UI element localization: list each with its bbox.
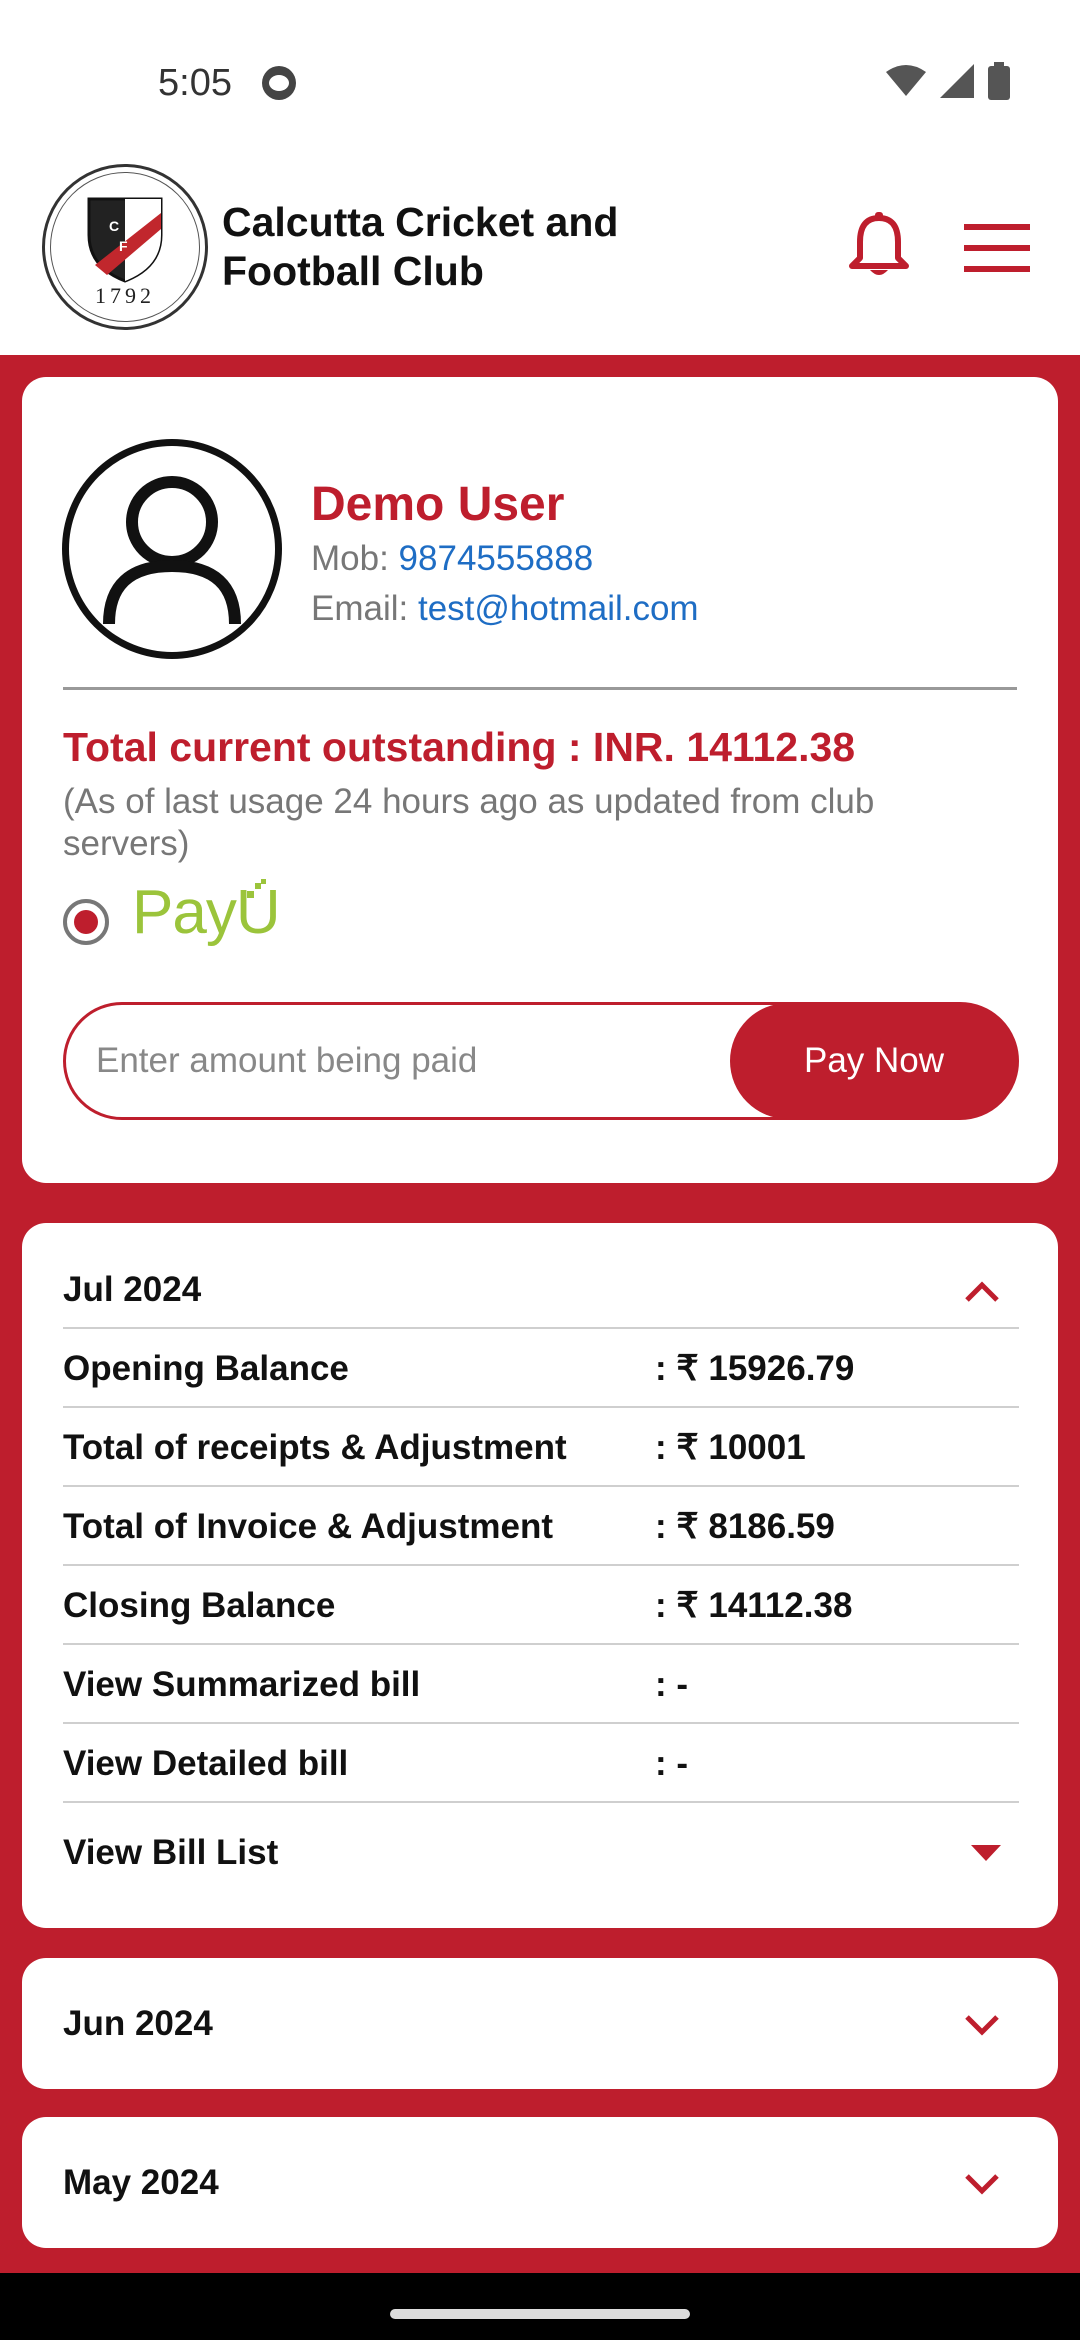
mobile-label: Mob:	[311, 539, 399, 578]
outstanding-amount: Total current outstanding : INR. 14112.3…	[63, 724, 856, 770]
month-card-may[interactable]: May 2024	[22, 2117, 1058, 2248]
email-value[interactable]: test@hotmail.com	[418, 589, 699, 628]
statement-card-jul: Jul 2024 Opening Balance : ₹ 15926.79 To…	[22, 1223, 1058, 1928]
home-gesture-handle[interactable]	[390, 2309, 690, 2319]
chevron-up-icon[interactable]	[964, 1281, 1000, 1303]
month-title[interactable]: Jul 2024	[63, 1270, 201, 1310]
cell-signal-icon	[940, 64, 974, 98]
row-value: : ₹ 15926.79	[655, 1349, 855, 1388]
view-bill-list-row[interactable]: View Bill List	[63, 1801, 1019, 1901]
status-icons	[886, 62, 1010, 100]
payu-dots-icon	[247, 879, 266, 898]
bill-list-label: View Bill List	[63, 1833, 279, 1872]
row-label: Closing Balance	[63, 1586, 336, 1625]
view-summarized-bill-row[interactable]: View Summarized bill : -	[63, 1643, 1019, 1722]
status-time: 5:05	[158, 62, 232, 104]
table-row: Closing Balance : ₹ 14112.38	[63, 1564, 1019, 1643]
logo-year: 1792	[95, 283, 155, 308]
hamburger-menu-icon[interactable]	[964, 224, 1030, 272]
club-name: Calcutta Cricket and Football Club	[222, 199, 619, 294]
row-label: Opening Balance	[63, 1349, 349, 1388]
chevron-down-icon[interactable]	[964, 2014, 1000, 2036]
avatar	[62, 439, 282, 659]
profile-divider	[63, 687, 1017, 690]
outstanding-note: (As of last usage 24 hours ago as update…	[63, 782, 875, 863]
app-header: C F 1792 Calcutta Cricket and Football C…	[0, 150, 1080, 355]
mobile-value[interactable]: 9874555888	[399, 539, 594, 578]
user-email: Email: test@hotmail.com	[311, 589, 699, 629]
pay-now-button[interactable]: Pay Now	[730, 1003, 1018, 1119]
row-value: : -	[655, 1665, 689, 1704]
content-area: Demo User Mob: 9874555888 Email: test@ho…	[0, 355, 1080, 2273]
month-title: May 2024	[63, 2163, 219, 2202]
notification-bell-icon[interactable]	[848, 212, 910, 278]
battery-icon	[988, 62, 1010, 100]
club-crest-icon: C F	[87, 197, 163, 283]
row-value: : ₹ 14112.38	[655, 1586, 853, 1625]
row-label: View Summarized bill	[63, 1665, 421, 1704]
table-row: Opening Balance : ₹ 15926.79	[63, 1327, 1019, 1406]
row-label: Total of Invoice & Adjustment	[63, 1507, 554, 1546]
view-detailed-bill-row[interactable]: View Detailed bill : -	[63, 1722, 1019, 1801]
month-title: Jun 2024	[63, 2004, 213, 2043]
wifi-icon	[886, 65, 926, 96]
email-label: Email:	[311, 589, 418, 628]
svg-text:F: F	[119, 238, 128, 254]
row-label: View Detailed bill	[63, 1744, 349, 1783]
row-label: Total of receipts & Adjustment	[63, 1428, 567, 1467]
user-name: Demo User	[311, 478, 565, 531]
user-mobile: Mob: 9874555888	[311, 539, 593, 579]
table-row: Total of Invoice & Adjustment : ₹ 8186.5…	[63, 1485, 1019, 1564]
month-card-jun[interactable]: Jun 2024	[22, 1958, 1058, 2089]
club-logo: C F 1792	[42, 164, 208, 330]
table-row: Total of receipts & Adjustment : ₹ 10001	[63, 1406, 1019, 1485]
user-avatar-icon	[103, 476, 241, 625]
caret-down-icon[interactable]	[971, 1845, 1001, 1863]
amount-input[interactable]	[96, 1025, 476, 1097]
row-value: : -	[655, 1744, 689, 1783]
payu-radio[interactable]	[63, 899, 109, 945]
row-value: : ₹ 8186.59	[655, 1507, 835, 1546]
row-value: : ₹ 10001	[655, 1428, 806, 1467]
chevron-down-icon[interactable]	[964, 2173, 1000, 2195]
svg-text:C: C	[109, 218, 119, 234]
profile-card: Demo User Mob: 9874555888 Email: test@ho…	[22, 377, 1058, 1183]
app-notification-icon	[262, 66, 296, 100]
status-bar: 5:05	[0, 0, 1080, 150]
system-nav-bar	[0, 2273, 1080, 2340]
payment-form: Pay Now	[63, 1002, 1019, 1120]
